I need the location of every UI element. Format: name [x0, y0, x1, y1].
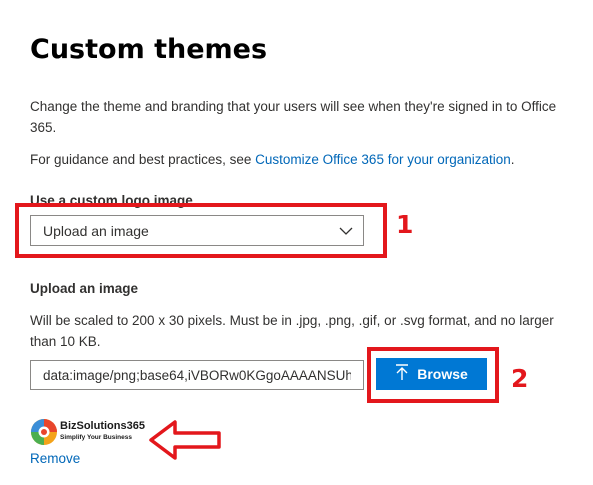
step-marker-2: 2 [511, 364, 529, 393]
logo-mark [31, 419, 57, 445]
logo-tagline: Simplify Your Business [60, 434, 133, 441]
left-arrow-icon [148, 418, 223, 467]
guidance-text: For guidance and best practices, see Cus… [30, 149, 575, 170]
customize-office-link[interactable]: Customize Office 365 for your organizati… [255, 152, 511, 167]
guidance-suffix: . [510, 152, 515, 167]
page-description: Change the theme and branding that your … [30, 99, 557, 135]
step-marker-1: 1 [396, 210, 414, 239]
guidance-prefix: For guidance and best practices, see [30, 152, 256, 167]
file-path-input[interactable] [30, 360, 364, 390]
logo-preview: BizSolutions365 Simplify Your Business [30, 418, 150, 448]
highlight-box-2 [367, 347, 499, 403]
upload-hint: Will be scaled to 200 x 30 pixels. Must … [30, 313, 554, 349]
remove-link[interactable]: Remove [30, 451, 80, 466]
upload-image-label: Upload an image [30, 281, 139, 296]
logo-name: BizSolutions365 [60, 420, 145, 432]
page-title: Custom themes [30, 34, 268, 65]
highlight-box-1 [15, 203, 387, 258]
